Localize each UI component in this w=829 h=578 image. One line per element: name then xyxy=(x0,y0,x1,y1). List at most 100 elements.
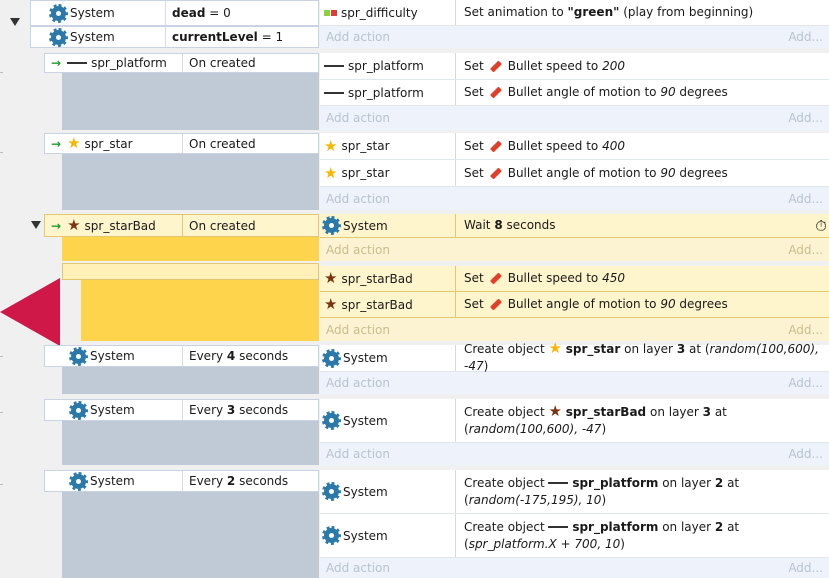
action-text: Set Bullet angle of motion to 90 degrees xyxy=(464,85,728,99)
event-body xyxy=(62,366,319,394)
bad-star-sprite-icon: ★ xyxy=(67,216,81,234)
action-row[interactable]: System Create object spr_platform on lay… xyxy=(320,470,829,514)
star-sprite-icon: ★ xyxy=(548,339,562,357)
bullet-behavior-icon xyxy=(489,166,502,180)
gear-icon xyxy=(322,348,341,368)
event-body-highlight xyxy=(62,236,319,261)
action-row[interactable]: ★ spr_starBad Set Bullet speed to 450 xyxy=(320,266,829,292)
trigger-arrow-icon: → xyxy=(51,56,62,70)
event-body xyxy=(62,420,319,465)
add-action-link[interactable]: Add action xyxy=(326,243,390,257)
add-action-row[interactable]: Add action Add... xyxy=(320,318,829,341)
add-action-row[interactable]: Add action Add... xyxy=(320,443,829,465)
action-row[interactable]: ★ spr_starBad Set Bullet angle of motion t… xyxy=(320,292,829,318)
condition-object: → ★ spr_star xyxy=(45,134,183,153)
add-action-row[interactable]: Add action Add... xyxy=(320,106,829,130)
condition-text: On created xyxy=(189,136,256,151)
action-object: System xyxy=(320,214,456,237)
add-action-link[interactable]: Add action xyxy=(326,111,390,125)
add-more-link[interactable]: Add... xyxy=(788,30,823,44)
gear-icon xyxy=(322,411,341,430)
add-more-link[interactable]: Add... xyxy=(788,376,823,390)
condition-text: Every 2 seconds xyxy=(189,474,289,488)
sub-event-body xyxy=(81,279,319,341)
condition-object: System xyxy=(31,27,166,47)
action-row[interactable]: ★ spr_star Set Bullet speed to 400 xyxy=(320,133,829,160)
event-condition-row[interactable]: System Every 3 seconds xyxy=(44,399,319,421)
gear-icon xyxy=(49,27,68,47)
add-more-link[interactable]: Add... xyxy=(788,111,823,125)
condition-text: On created xyxy=(189,56,256,70)
top-condition-row-2[interactable]: System currentLevel = 1 xyxy=(30,26,319,48)
action-text: Set Bullet speed to 200 xyxy=(464,58,625,73)
event-condition-row[interactable]: System Every 4 seconds xyxy=(44,345,319,367)
condition-object: System xyxy=(45,400,183,420)
condition-object: System xyxy=(45,471,183,491)
event-condition-row[interactable]: → ★ spr_star On created xyxy=(44,133,319,154)
action-row[interactable]: spr_platform Set Bullet angle of motion t… xyxy=(320,80,829,106)
top-condition-row-1[interactable]: System dead = 0 xyxy=(30,0,319,26)
add-more-link[interactable]: Add... xyxy=(788,243,823,257)
gear-icon xyxy=(322,482,341,501)
action-row[interactable]: System Wait 8 seconds ⏱ xyxy=(320,214,829,238)
add-action-link[interactable]: Add action xyxy=(326,323,390,337)
action-text: Create object ★ spr_star on layer 3 at (… xyxy=(464,339,819,374)
gutter-dot xyxy=(0,356,3,357)
condition-text: dead = 0 xyxy=(172,6,231,20)
gear-icon xyxy=(322,216,341,235)
add-action-row[interactable]: Add action Add... xyxy=(320,238,829,261)
add-more-link[interactable]: Add... xyxy=(788,447,823,461)
action-object: ★ spr_star xyxy=(320,133,456,159)
action-text: Create object ★ spr_starBad on layer 3 a… xyxy=(464,401,727,436)
action-object: ★ spr_starBad xyxy=(320,292,456,317)
event-condition-row[interactable]: System Every 2 seconds xyxy=(44,470,319,492)
add-more-link[interactable]: Add... xyxy=(788,192,823,206)
add-action-link[interactable]: Add action xyxy=(326,376,390,390)
action-text: Set animation to "green" (play from begi… xyxy=(464,5,754,19)
action-object: ★ spr_star xyxy=(320,160,456,186)
bullet-behavior-icon xyxy=(489,298,502,311)
star-sprite-icon: ★ xyxy=(324,136,338,155)
add-action-link[interactable]: Add action xyxy=(326,561,390,575)
sub-event-condition-empty[interactable] xyxy=(62,263,319,280)
gear-icon xyxy=(69,400,88,420)
condition-text: Every 3 seconds xyxy=(189,403,289,417)
bullet-behavior-icon xyxy=(489,272,502,285)
action-text: Set Bullet speed to 400 xyxy=(464,138,625,153)
action-row[interactable]: System Create object ★ spr_star on layer… xyxy=(320,341,829,373)
event-condition-row[interactable]: → ★ spr_starBad On created xyxy=(44,214,319,237)
action-row[interactable]: System Create object ★ spr_starBad on la… xyxy=(320,399,829,443)
event-condition-row[interactable]: → spr_platform On created xyxy=(44,53,319,73)
event-body xyxy=(62,491,319,578)
platform-sprite-icon xyxy=(548,526,569,528)
add-action-row[interactable]: Add action Add... xyxy=(320,372,829,394)
condition-object: System xyxy=(31,1,166,25)
add-more-link[interactable]: Add... xyxy=(788,561,823,575)
action-text: Wait 8 seconds xyxy=(464,218,556,232)
add-action-link[interactable]: Add action xyxy=(326,30,390,44)
trigger-arrow-icon: → xyxy=(51,218,62,233)
gear-icon xyxy=(69,346,88,366)
action-text: Set Bullet speed to 450 xyxy=(464,271,625,285)
collapse-toggle-icon[interactable] xyxy=(31,221,41,229)
gutter-dot xyxy=(0,484,3,485)
add-action-link[interactable]: Add action xyxy=(326,447,390,461)
condition-text: Every 4 seconds xyxy=(189,349,289,363)
action-row[interactable]: ★ spr_star Set Bullet angle of motion to 9… xyxy=(320,160,829,187)
collapse-toggle-icon[interactable] xyxy=(10,18,20,26)
add-action-link[interactable]: Add action xyxy=(326,192,390,206)
action-row[interactable]: spr_difficulty Set animation to "green" … xyxy=(320,0,829,26)
action-text: Create object spr_platform on layer 2 at… xyxy=(464,475,740,507)
bullet-behavior-icon xyxy=(489,86,502,99)
action-row[interactable]: System Create object spr_platform on lay… xyxy=(320,514,829,558)
add-action-row[interactable]: Add action Add... xyxy=(320,187,829,210)
action-text: Set Bullet angle of motion to 90 degrees xyxy=(464,165,728,180)
add-more-link[interactable]: Add... xyxy=(788,323,823,337)
add-action-row[interactable]: Add action Add... xyxy=(320,26,829,48)
condition-text: On created xyxy=(189,218,256,233)
condition-text: currentLevel = 1 xyxy=(172,30,284,44)
action-row[interactable]: spr_platform Set Bullet speed to 200 xyxy=(320,53,829,80)
action-text: Create object spr_platform on layer 2 at… xyxy=(464,519,740,551)
stopwatch-icon: ⏱ xyxy=(815,216,827,235)
add-action-row[interactable]: Add action Add... xyxy=(320,558,829,578)
